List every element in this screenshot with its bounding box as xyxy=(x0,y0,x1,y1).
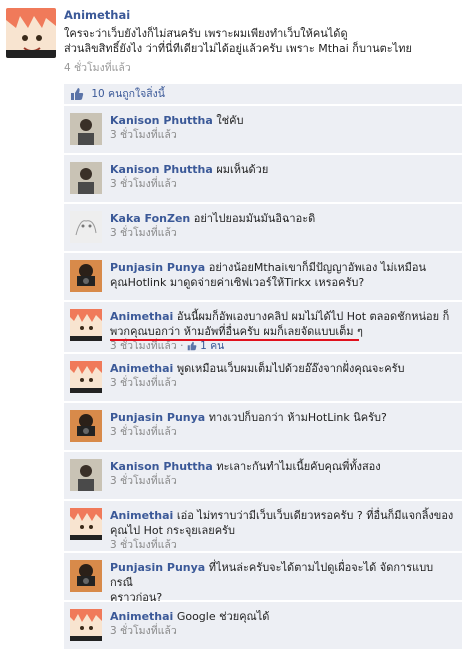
post-author[interactable]: Animethai xyxy=(64,8,130,22)
comment-author[interactable]: Animethai xyxy=(110,509,173,522)
comment-author[interactable]: Kanison Phuttha xyxy=(110,460,213,473)
comment-item: Kanison Phuttha ทะเลาะกันทำไมเนี้ยคับคุณ… xyxy=(64,452,462,499)
avatar-animethai[interactable] xyxy=(70,361,102,393)
avatar-kaka[interactable] xyxy=(70,211,102,243)
comment-timestamp[interactable]: 3 ชั่วโมงที่แล้ว xyxy=(110,624,454,639)
comment-item: Punjasin Punya อย่างน้อยMthaiเขาก็มีปัญญ… xyxy=(64,253,462,300)
comment-author[interactable]: Kanison Phuttha xyxy=(110,114,213,127)
avatar-punjasin[interactable] xyxy=(70,260,102,292)
comment-author[interactable]: Kaka FonZen xyxy=(110,212,190,225)
avatar-animethai[interactable] xyxy=(6,8,56,58)
comment-timestamp[interactable]: 3 ชั่วโมงที่แล้ว xyxy=(110,474,454,489)
post-text: ใครจะว่าเว็บยังไงก็ไม่สนครับ เพราะผมเพีย… xyxy=(64,26,469,56)
thumbs-up-icon xyxy=(70,87,84,101)
comment-author[interactable]: Punjasin Punya xyxy=(110,261,205,274)
avatar-animethai[interactable] xyxy=(70,508,102,540)
likes-bar[interactable]: 10 คนถูกใจสิ่งนี้ xyxy=(64,84,462,104)
post-timestamp[interactable]: 4 ชั่วโมงที่แล้ว xyxy=(64,59,469,76)
comment-text: ใช่คับ xyxy=(216,114,244,127)
comment-text: เอ่อ ไม่ทราบว่ามีเว็บเว็บเดียวหรอครับ ? … xyxy=(176,509,454,522)
comment-author[interactable]: Animethai xyxy=(110,610,173,623)
comment-timestamp[interactable]: 3 ชั่วโมงที่แล้ว xyxy=(110,177,454,192)
comment-timestamp[interactable]: 3 ชั่วโมงที่แล้ว xyxy=(110,376,454,391)
comment-item: Animethai เอ่อ ไม่ทราบว่ามีเว็บเว็บเดียว… xyxy=(64,501,462,551)
avatar-punjasin[interactable] xyxy=(70,410,102,442)
comment-meta: 3 ชั่วโมงที่แล้ว · 1 คน xyxy=(110,339,454,354)
comment-text: ทางเวปก็บอกว่า ห้ามHotLink นิครับ? xyxy=(208,411,387,424)
comment-text-line-2: คุณไป Hot กระจุยเลยครับ xyxy=(110,524,235,537)
comment-text: พูดเหมือนเว็บผมเต็มไปด้วยอ๊อ๊งจากฝั่งคุณ… xyxy=(176,362,405,375)
comment-timestamp[interactable]: 3 ชั่วโมงที่แล้ว xyxy=(110,226,454,241)
comment-text: ทะเลาะกันทำไมเนี้ยคับคุณพี่ทั้งสอง xyxy=(216,460,381,473)
comment-timestamp[interactable]: 3 ชั่วโมงที่แล้ว xyxy=(110,340,177,352)
avatar-kanison[interactable] xyxy=(70,113,102,145)
avatar-punjasin[interactable] xyxy=(70,560,102,592)
comment-timestamp[interactable]: 3 ชั่วโมงที่แล้ว xyxy=(110,538,454,553)
comment-text: อันนี้ผมก็อัพเองบางคลิป ผมไม่ได้ไป Hot ต… xyxy=(176,310,450,323)
post-text-line-1: ใครจะว่าเว็บยังไงก็ไม่สนครับ เพราะผมเพีย… xyxy=(64,27,348,40)
comment-author[interactable]: Kanison Phuttha xyxy=(110,163,213,176)
separator: · xyxy=(180,340,184,352)
avatar-kanison[interactable] xyxy=(70,162,102,194)
comment-item: Animethai อันนี้ผมก็อัพเองบางคลิป ผมไม่ไ… xyxy=(64,302,462,352)
comment-text: Google ช่วยคุณได้ xyxy=(176,610,270,623)
comment-item: Animethai Google ช่วยคุณได้ 3 ชั่วโมงที่… xyxy=(64,602,462,649)
comment-text-line-2: พวกคุณบอกว่า ห้ามอัพที่อื่นครับ ผมก็เลยจ… xyxy=(110,325,363,338)
likes-count[interactable]: 10 คนถูกใจสิ่งนี้ xyxy=(91,88,165,100)
comment-item: Punjasin Punya ที่ไหนล่ะครับจะได้ตามไปดู… xyxy=(64,553,462,604)
post-text-line-2: ส่วนลิขสิทธิ์ยังไง ว่าที่นี่ทีเดียวไม่ได… xyxy=(64,42,412,55)
comment-item: Kaka FonZen อย่าไปยอมมันมันอิฉาอะดิ 3 ชั… xyxy=(64,204,462,251)
comment-text: อย่างน้อยMthaiเขาก็มีปัญญาอัพเอง ไม่เหมื… xyxy=(208,261,426,274)
avatar-kanison[interactable] xyxy=(70,459,102,491)
red-underline-annotation xyxy=(110,339,359,341)
comment-text: อย่าไปยอมมันมันอิฉาอะดิ xyxy=(193,212,316,225)
comment-timestamp[interactable]: 3 ชั่วโมงที่แล้ว xyxy=(110,425,454,440)
avatar-animethai[interactable] xyxy=(70,309,102,341)
avatar-animethai[interactable] xyxy=(70,609,102,641)
comment-item: Kanison Phuttha ผมเห็นด้วย 3 ชั่วโมงที่แ… xyxy=(64,155,462,202)
comment-author[interactable]: Animethai xyxy=(110,310,173,323)
comment-item: Punjasin Punya ทางเวปก็บอกว่า ห้ามHotLin… xyxy=(64,403,462,450)
comment-author[interactable]: Punjasin Punya xyxy=(110,411,205,424)
comment-like-count[interactable]: 1 คน xyxy=(200,340,224,352)
comment-item: Animethai พูดเหมือนเว็บผมเต็มไปด้วยอ๊อ๊ง… xyxy=(64,354,462,401)
comment-author[interactable]: Animethai xyxy=(110,362,173,375)
comment-text: ผมเห็นด้วย xyxy=(216,163,269,176)
comment-timestamp[interactable]: 3 ชั่วโมงที่แล้ว xyxy=(110,128,454,143)
comment-text-line-2: คุณHotlink มาดูดจ่ายค่าเซิฟเวอร์ให้Tirkx… xyxy=(110,276,365,289)
comment-author[interactable]: Punjasin Punya xyxy=(110,561,205,574)
comments-section: 10 คนถูกใจสิ่งนี้ Kanison Phuttha ใช่คับ… xyxy=(64,84,462,651)
comment-item: Kanison Phuttha ใช่คับ 3 ชั่วโมงที่แล้ว xyxy=(64,106,462,153)
like-small-icon xyxy=(187,341,197,351)
